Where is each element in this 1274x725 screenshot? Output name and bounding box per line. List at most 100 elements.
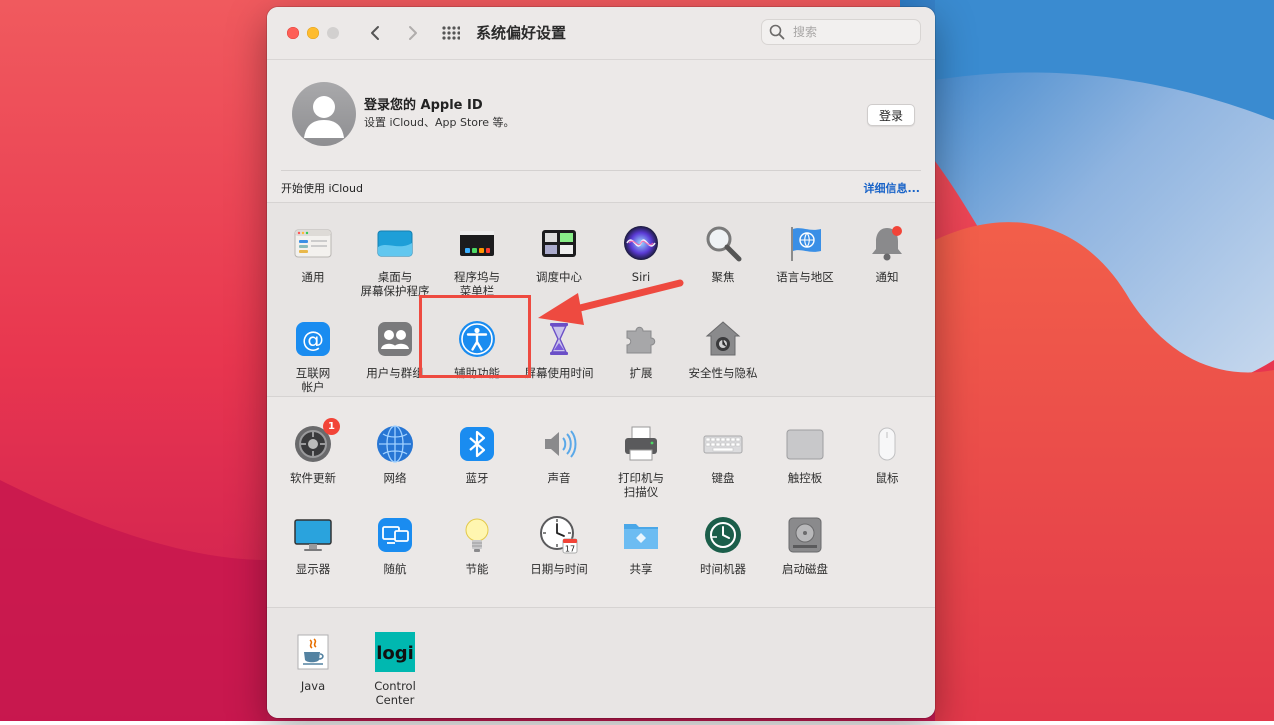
pane-network[interactable]: 网络 (354, 424, 436, 485)
pane-general[interactable]: 通用 (272, 223, 354, 284)
sound-icon (539, 424, 579, 464)
trackpad-icon (785, 424, 825, 464)
pane-label: 调度中心 (536, 270, 582, 284)
avatar (292, 82, 356, 146)
pane-sidecar[interactable]: 随航 (354, 515, 436, 576)
pane-security-privacy[interactable]: 安全性与隐私 (682, 319, 764, 380)
pane-sharing[interactable]: 共享 (600, 515, 682, 576)
pane-label: 随航 (383, 562, 407, 576)
pane-mouse[interactable]: 鼠标 (846, 424, 928, 485)
chevron-right-icon (409, 26, 417, 40)
pane-label: 声音 (547, 471, 571, 485)
logi-control-center-icon: logi (375, 632, 415, 672)
hardware-preferences-section: 1 软件更新 网络 蓝牙 声音 打印机与 扫描仪 键盘 触控板 鼠标 显示器 随… (267, 396, 935, 608)
pane-label: 节能 (465, 562, 489, 576)
forward-button[interactable] (401, 21, 425, 45)
minimize-button[interactable] (307, 27, 319, 39)
pane-label: 启动磁盘 (782, 562, 828, 576)
network-icon (375, 424, 415, 464)
window-title: 系统偏好设置 (476, 24, 567, 42)
software-update-icon: 1 (293, 418, 340, 464)
chevron-left-icon (371, 26, 379, 40)
pane-label: 扩展 (629, 366, 653, 380)
pane-sound[interactable]: 声音 (518, 424, 600, 485)
pane-label: 打印机与 扫描仪 (618, 471, 664, 499)
general-icon (293, 223, 333, 263)
pane-date-time[interactable]: 17 日期与时间 (518, 515, 600, 576)
icloud-details-link[interactable]: 详细信息... (863, 180, 920, 196)
pane-desktop-screensaver[interactable]: 桌面与 屏幕保护程序 (354, 223, 436, 298)
extensions-icon (621, 319, 661, 359)
svg-text:@: @ (302, 328, 324, 353)
pane-printers-scanners[interactable]: 打印机与 扫描仪 (600, 424, 682, 499)
pane-label: 网络 (383, 471, 407, 485)
bluetooth-icon (457, 424, 497, 464)
pane-label: 时间机器 (700, 562, 746, 576)
window-toolbar: 系统偏好设置 (267, 7, 935, 60)
pane-label: 鼠标 (875, 471, 899, 485)
sign-in-button[interactable]: 登录 (867, 104, 915, 126)
pane-logi-control-center[interactable]: logi Control Center (354, 632, 436, 707)
user-silhouette-icon (304, 96, 344, 138)
time-machine-icon (703, 515, 743, 555)
pane-startup-disk[interactable]: 启动磁盘 (764, 515, 846, 576)
zoom-button[interactable] (327, 27, 339, 39)
annotation-highlight-box (419, 295, 531, 378)
pane-software-update[interactable]: 1 软件更新 (272, 418, 354, 485)
pane-dock-menubar[interactable]: 程序坞与 菜单栏 (436, 223, 518, 298)
pane-language-region[interactable]: 语言与地区 (764, 223, 846, 284)
pane-label: 语言与地区 (776, 270, 834, 284)
pane-energy-saver[interactable]: 节能 (436, 515, 518, 576)
other-preferences-section: Java logi Control Center (267, 607, 935, 718)
apple-id-subtitle: 设置 iCloud、App Store 等。 (364, 116, 515, 129)
java-icon (293, 632, 333, 672)
pane-extensions[interactable]: 扩展 (600, 319, 682, 380)
pane-label: 显示器 (295, 562, 331, 576)
pane-mission-control[interactable]: 调度中心 (518, 223, 600, 284)
startup-disk-icon (785, 515, 825, 555)
personal-preferences-section: 通用 桌面与 屏幕保护程序 程序坞与 菜单栏 调度中心 Siri 聚焦 语言与地… (267, 202, 935, 396)
search-field[interactable] (761, 19, 921, 45)
search-input[interactable] (791, 24, 915, 40)
grid-icon (442, 26, 460, 40)
pane-label: 通知 (875, 270, 899, 284)
pane-java[interactable]: Java (272, 632, 354, 693)
pane-displays[interactable]: 显示器 (272, 515, 354, 576)
back-button[interactable] (363, 21, 387, 45)
pane-label: 键盘 (711, 471, 735, 485)
keyboard-icon (703, 424, 743, 464)
date-time-icon: 17 (539, 515, 579, 555)
displays-icon (293, 515, 333, 555)
dock-menubar-icon (457, 223, 497, 263)
pane-label: 软件更新 (290, 471, 336, 485)
pane-time-machine[interactable]: 时间机器 (682, 515, 764, 576)
pane-label: 桌面与 屏幕保护程序 (360, 270, 430, 298)
pane-notifications[interactable]: 通知 (846, 223, 928, 284)
pane-bluetooth[interactable]: 蓝牙 (436, 424, 518, 485)
logi-logo-text: logi (376, 643, 414, 664)
pane-label: Java (300, 679, 326, 693)
pane-internet-accounts[interactable]: @ 互联网 帐户 (272, 319, 354, 394)
calendar-day-text: 17 (565, 545, 575, 554)
mouse-icon (867, 424, 907, 464)
sidecar-icon (375, 515, 415, 555)
close-button[interactable] (287, 27, 299, 39)
language-region-icon (785, 223, 825, 263)
show-all-button[interactable] (439, 21, 463, 45)
system-preferences-window: 系统偏好设置 登录您的 Apple ID 设置 iCloud、App Store… (267, 7, 935, 718)
pane-label: Siri (631, 270, 651, 284)
pane-trackpad[interactable]: 触控板 (764, 424, 846, 485)
search-icon (769, 23, 787, 41)
pane-label: 互联网 帐户 (295, 366, 331, 394)
apple-id-title: 登录您的 Apple ID (364, 98, 483, 113)
users-groups-icon (375, 319, 415, 359)
spotlight-icon (703, 223, 743, 263)
desktop-screensaver-icon (375, 223, 415, 263)
pane-label: 程序坞与 菜单栏 (454, 270, 500, 298)
pane-keyboard[interactable]: 键盘 (682, 424, 764, 485)
pane-spotlight[interactable]: 聚焦 (682, 223, 764, 284)
pane-siri[interactable]: Siri (600, 223, 682, 284)
siri-icon (621, 223, 661, 263)
printers-scanners-icon (621, 424, 661, 464)
apple-id-section: 登录您的 Apple ID 设置 iCloud、App Store 等。 登录 (267, 60, 935, 170)
